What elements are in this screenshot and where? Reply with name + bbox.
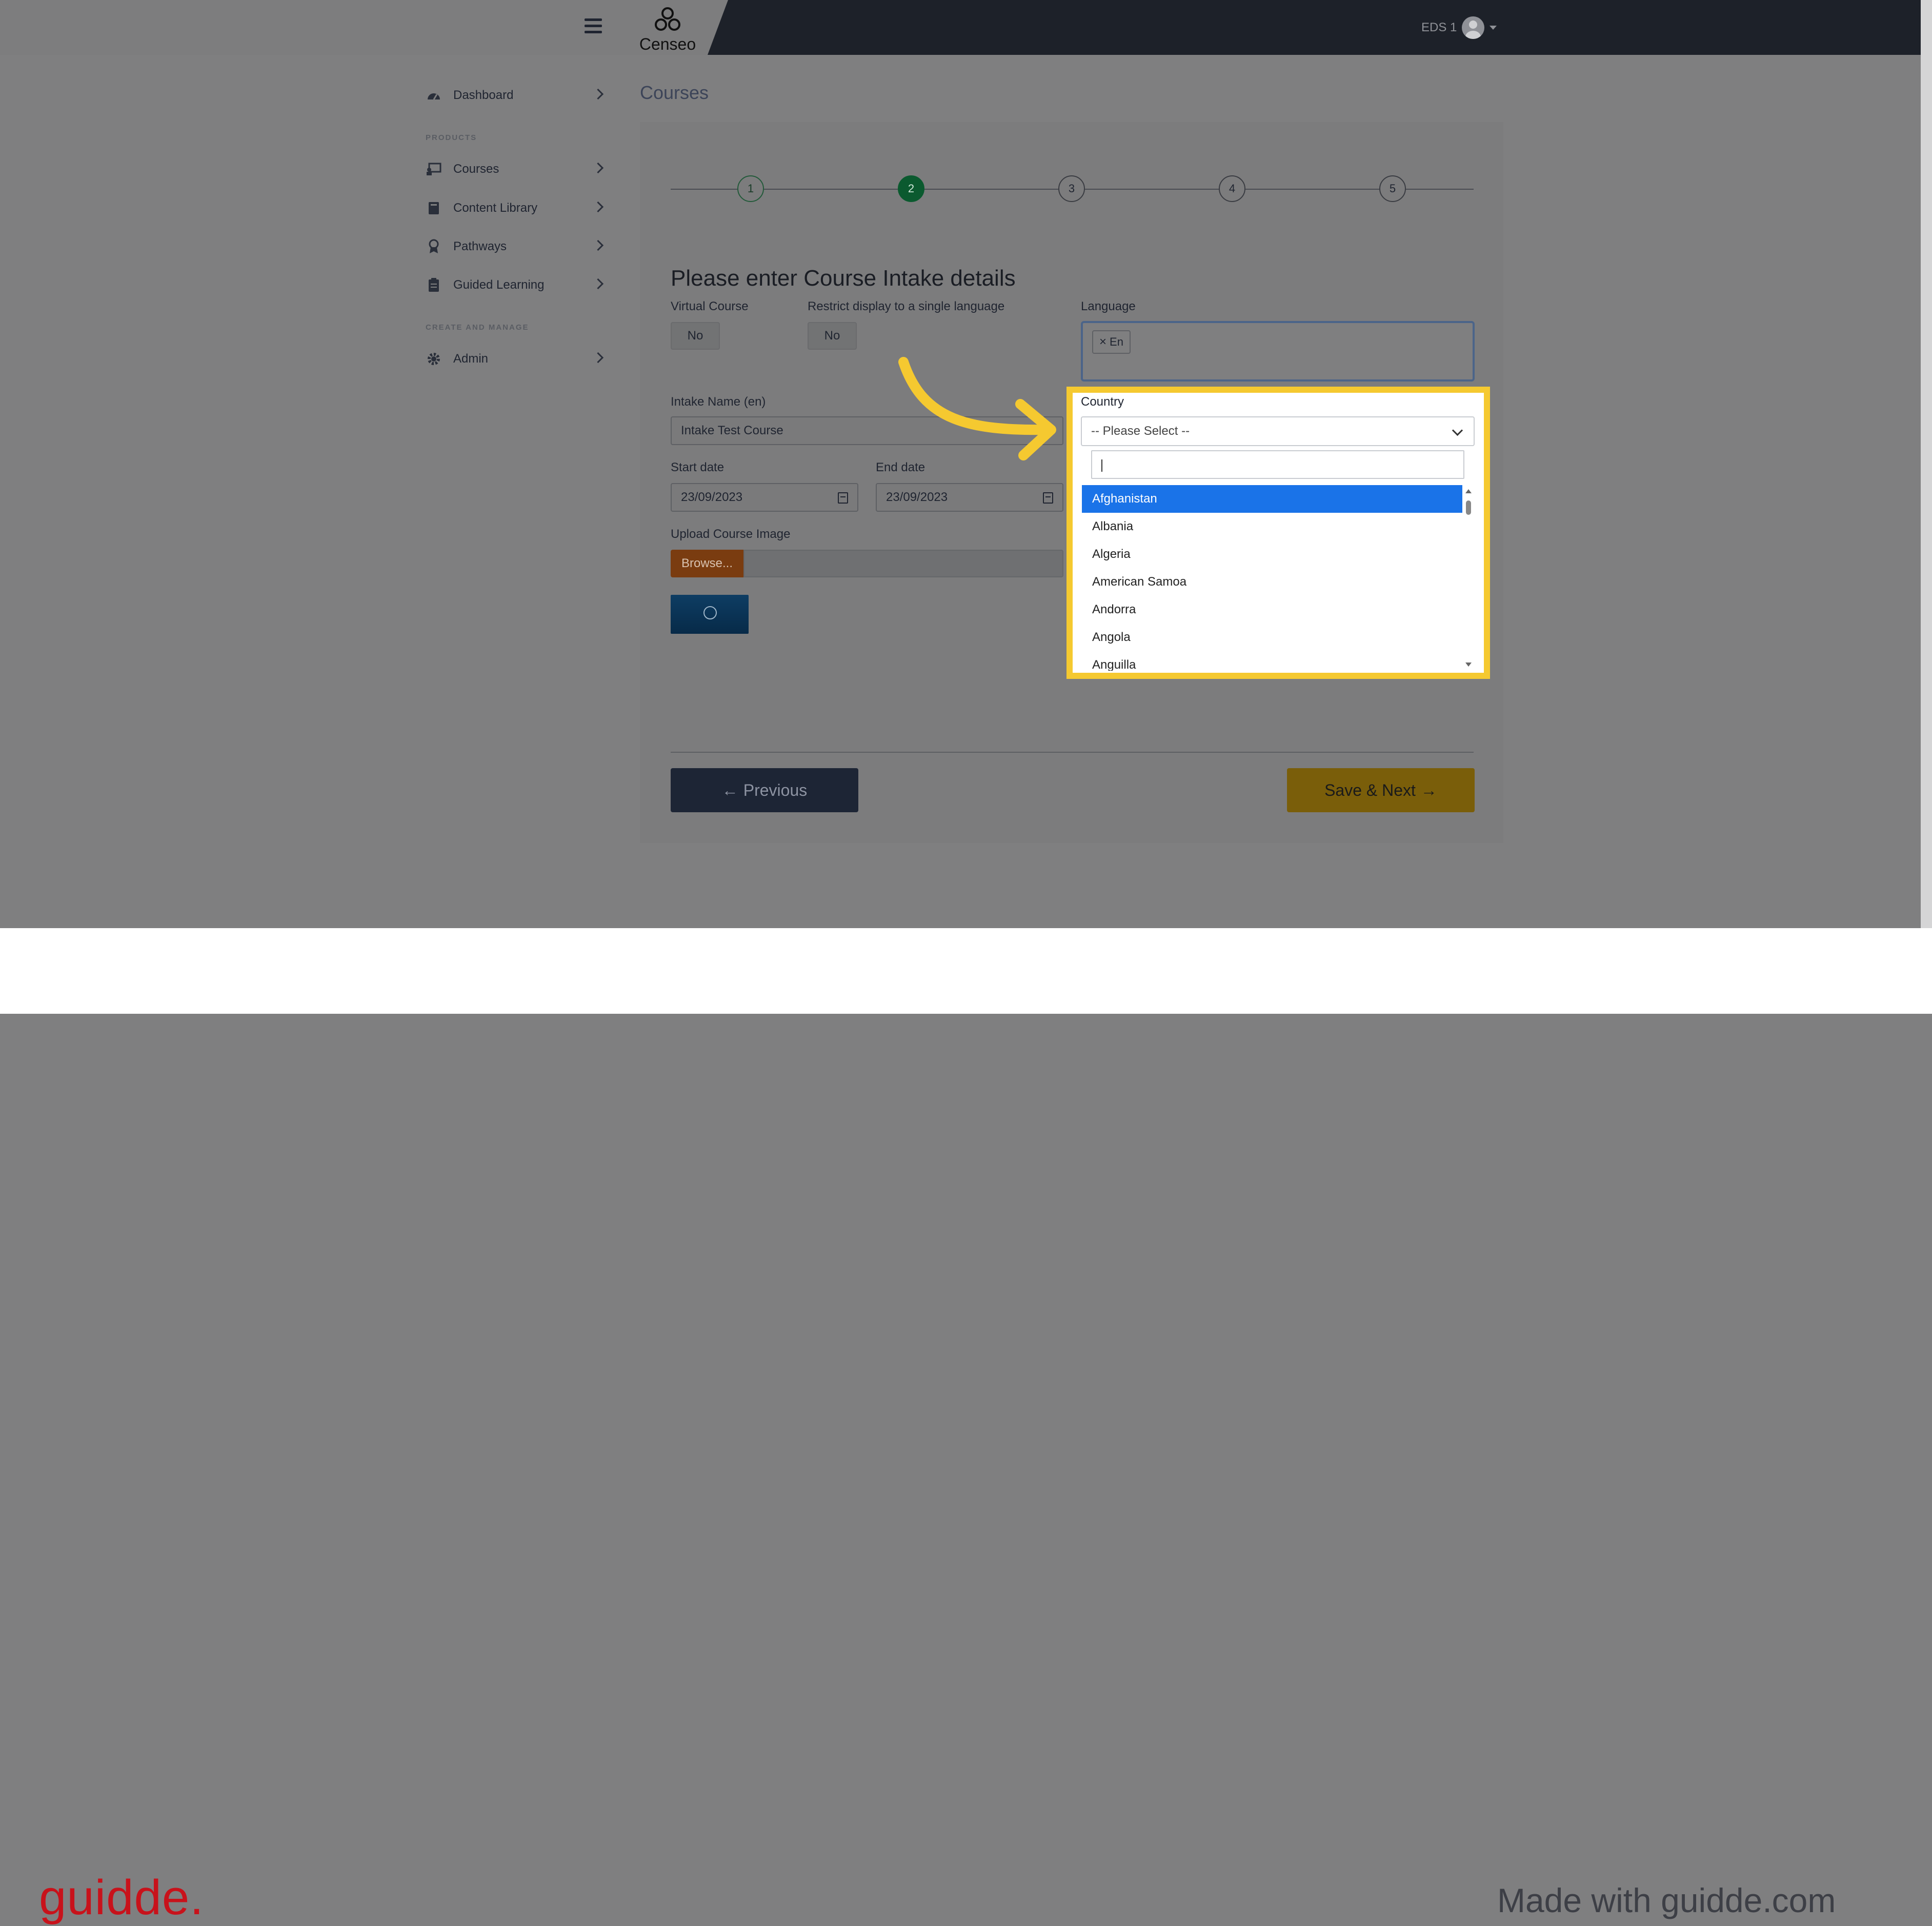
guidde-footer: guidde. Made with guidde.com [0,928,1932,1925]
sidebar-item-courses[interactable]: Courses [426,157,605,182]
chevron-right-icon [592,201,604,213]
made-with-text: Made with guidde.com [1497,1881,1836,1919]
country-search-input[interactable] [1091,450,1464,479]
sidebar-item-label: Admin [453,352,489,366]
country-option-andorra[interactable]: Andorra [1082,596,1462,624]
browse-button[interactable]: Browse... [671,550,743,577]
upload-image-label: Upload Course Image [671,527,791,541]
start-date-value: 23/09/2023 [681,490,743,504]
country-select-placeholder: -- Please Select -- [1091,424,1190,438]
save-next-label: Save & Next [1324,780,1416,799]
sidebar-section-create-manage: CREATE AND MANAGE [426,323,529,332]
step-2-active[interactable]: 2 [898,175,924,202]
guidde-logo: guidde. [39,1870,204,1925]
previous-label: Previous [743,780,808,799]
page-title: Courses [640,82,709,103]
file-name-field[interactable] [743,550,1063,577]
navbar-dark-section [708,0,1921,55]
gear-icon [426,351,442,367]
sidebar-item-pathways[interactable]: Pathways [426,234,605,259]
language-label: Language [1081,299,1136,313]
user-name: EDS 1 [1421,21,1457,34]
sidebar-item-guided-learning[interactable]: Guided Learning [426,273,605,297]
chevron-right-icon [592,352,604,364]
restrict-language-toggle[interactable]: No [808,322,857,350]
arrow-right-icon: → [1420,780,1437,799]
intake-name-label: Intake Name (en) [671,395,766,409]
user-menu[interactable]: EDS 1 [1421,16,1497,39]
start-date-label: Start date [671,460,724,474]
chevron-right-icon [592,162,604,174]
start-date-input[interactable]: 23/09/2023 [671,483,858,512]
country-option-albania[interactable]: Albania [1082,513,1462,540]
language-multiselect[interactable]: × En [1081,321,1475,382]
sidebar-item-dashboard[interactable]: Dashboard [426,83,605,108]
step-3[interactable]: 3 [1058,175,1085,202]
country-option-anguilla[interactable]: Anguilla [1082,651,1462,671]
calendar-icon[interactable] [1043,492,1053,504]
scroll-down-icon[interactable] [1465,663,1472,667]
sidebar-item-label: Guided Learning [453,278,545,292]
caret-down-icon [1490,26,1497,30]
form-divider [671,752,1474,753]
app-window: Censeo EDS 1 Dashboard PRODUCTS Courses … [0,0,1921,928]
sidebar-item-label: Courses [453,162,499,176]
award-ribbon-icon [426,238,442,255]
save-next-button[interactable]: Save & Next → [1287,768,1475,812]
courses-presentation-icon [426,161,442,177]
country-option-american-samoa[interactable]: American Samoa [1082,568,1462,596]
hamburger-menu-icon[interactable] [585,18,602,34]
chevron-right-icon [592,88,604,100]
arrow-left-icon: ← [721,780,738,799]
country-list-scrollbar[interactable] [1462,485,1475,671]
sidebar-item-label: Pathways [453,239,507,253]
language-chip-label: En [1110,335,1123,348]
end-date-value: 23/09/2023 [886,490,948,504]
step-4[interactable]: 4 [1219,175,1245,202]
sidebar-item-label: Content Library [453,201,538,215]
step-5[interactable]: 5 [1379,175,1406,202]
previous-button[interactable]: ← Previous [671,768,858,812]
censeo-logo[interactable]: Censeo [637,5,698,53]
close-icon[interactable]: × [1099,336,1106,348]
scrollbar-thumb[interactable] [1466,500,1471,515]
country-select[interactable]: -- Please Select -- [1081,416,1475,446]
chevron-right-icon [592,278,604,290]
scroll-up-icon[interactable] [1465,489,1472,493]
step-1[interactable]: 1 [737,175,764,202]
calendar-icon[interactable] [838,492,848,504]
virtual-course-label: Virtual Course [671,299,749,313]
restrict-language-label: Restrict display to a single language [808,299,1005,313]
language-chip[interactable]: × En [1092,330,1131,354]
page-scrollbar[interactable] [1921,0,1932,928]
guide-arrow-icon [898,357,1056,460]
sidebar-section-products: PRODUCTS [426,133,477,142]
chevron-right-icon [592,239,604,251]
virtual-course-toggle[interactable]: No [671,322,720,350]
dashboard-gauge-icon [426,87,442,104]
country-option-algeria[interactable]: Algeria [1082,540,1462,568]
country-options-list: Afghanistan Albania Algeria American Sam… [1082,485,1462,671]
logo-text: Censeo [639,35,696,53]
censeo-logo-icon [655,7,680,31]
country-label: Country [1081,395,1124,409]
clipboard-icon [426,277,442,293]
course-image-thumbnail [671,595,749,634]
end-date-input[interactable]: 23/09/2023 [876,483,1063,512]
sidebar-item-label: Dashboard [453,88,514,102]
top-navbar: Censeo EDS 1 [0,0,1921,55]
avatar-icon [1462,16,1485,39]
country-option-afghanistan[interactable]: Afghanistan [1082,485,1462,513]
country-option-angola[interactable]: Angola [1082,624,1462,651]
sidebar-item-content-library[interactable]: Content Library [426,196,605,220]
section-title: Please enter Course Intake details [671,266,1016,291]
chevron-down-icon [1452,425,1463,436]
book-icon [426,200,442,216]
sidebar-item-admin[interactable]: Admin [426,347,605,371]
